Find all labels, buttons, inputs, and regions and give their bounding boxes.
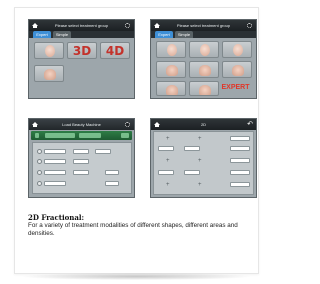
- setting-field[interactable]: [44, 149, 66, 154]
- setting-field[interactable]: [44, 170, 66, 175]
- body-image: [166, 85, 178, 95]
- setting-field[interactable]: [230, 182, 250, 187]
- treatment-tile-body[interactable]: [156, 81, 186, 96]
- status-indicator: [79, 133, 101, 138]
- settings-panel: [32, 142, 132, 194]
- screen-title: 2D: [200, 122, 207, 127]
- treatment-tile-4d[interactable]: 4D: [100, 42, 130, 59]
- setting-field[interactable]: [105, 170, 119, 175]
- body-image: [199, 85, 211, 95]
- body-image: [232, 65, 244, 76]
- home-icon[interactable]: [32, 122, 38, 127]
- home-icon[interactable]: [32, 23, 38, 28]
- home-icon[interactable]: [154, 122, 160, 127]
- treatment-tile-body[interactable]: [189, 61, 219, 78]
- top-bar: Please select treatment group: [29, 20, 134, 31]
- screen-title: Load Beauty Machine: [62, 122, 101, 127]
- treatment-tile-face[interactable]: [189, 41, 219, 58]
- tab-expert[interactable]: Expert: [155, 31, 173, 38]
- setting-field[interactable]: [44, 159, 66, 164]
- face-image: [167, 44, 177, 56]
- card-shadow: [22, 273, 251, 280]
- plus-icon[interactable]: +: [166, 158, 170, 164]
- treatment-tile-body[interactable]: [189, 81, 219, 96]
- screen-title: Please select treatment group: [54, 23, 109, 28]
- tab-bar: Expert Simple: [29, 31, 134, 38]
- plus-icon[interactable]: +: [198, 182, 202, 188]
- setting-field[interactable]: [184, 146, 200, 151]
- setting-field[interactable]: [44, 181, 66, 186]
- setting-field[interactable]: [73, 159, 89, 164]
- setting-field[interactable]: [230, 136, 250, 141]
- setting-field[interactable]: [158, 146, 174, 151]
- plus-icon[interactable]: +: [166, 182, 170, 188]
- settings-panel: + + + + + +: [153, 131, 254, 195]
- setting-field[interactable]: [105, 181, 119, 186]
- setting-field[interactable]: [73, 149, 89, 154]
- body-image: [44, 69, 56, 80]
- setting-field[interactable]: [158, 170, 174, 175]
- radio-option[interactable]: [37, 181, 42, 186]
- treatment-tile-body[interactable]: [156, 61, 186, 78]
- top-bar: Load Beauty Machine: [29, 119, 134, 130]
- status-indicator: [45, 133, 75, 138]
- status-strip: [31, 131, 132, 140]
- body-image: [199, 65, 211, 76]
- face-image: [45, 45, 55, 57]
- screenshot-2d-settings: 2D ↶ + + + + + +: [150, 118, 257, 198]
- top-bar: Please select treatment group: [151, 20, 256, 31]
- screen-title: Please select treatment group: [176, 23, 231, 28]
- caption-heading: 2D Fractional:: [28, 213, 85, 222]
- tab-simple[interactable]: Simple: [53, 31, 71, 38]
- radio-option[interactable]: [37, 159, 42, 164]
- back-arrow-icon[interactable]: ↶: [247, 120, 253, 129]
- setting-field[interactable]: [184, 170, 200, 175]
- gear-icon[interactable]: [125, 122, 130, 127]
- label-4d: 4D: [105, 44, 125, 58]
- treatment-tile-face[interactable]: [222, 41, 252, 58]
- radio-option[interactable]: [37, 170, 42, 175]
- tab-simple[interactable]: Simple: [175, 31, 193, 38]
- label-3d: 3D: [72, 44, 92, 58]
- screenshot-treatment-group-2: Please select treatment group Expert Sim…: [150, 19, 257, 99]
- caption-text: For a variety of treatment modalities of…: [28, 222, 238, 237]
- radio-option[interactable]: [37, 149, 42, 154]
- treatment-tile-face[interactable]: [34, 42, 64, 59]
- setting-field[interactable]: [230, 170, 250, 175]
- top-bar: 2D ↶: [151, 119, 256, 130]
- treatment-tile-body[interactable]: [34, 65, 64, 82]
- treatment-tile-3d[interactable]: 3D: [67, 42, 97, 59]
- face-image: [200, 44, 210, 56]
- setting-field[interactable]: [73, 170, 89, 175]
- treatment-tile-face[interactable]: [156, 41, 186, 58]
- body-image: [166, 65, 178, 76]
- status-indicator: [121, 133, 129, 138]
- gear-icon[interactable]: [247, 23, 252, 28]
- plus-icon[interactable]: +: [166, 136, 170, 142]
- home-icon[interactable]: [154, 23, 160, 28]
- face-image: [233, 44, 243, 56]
- expert-label[interactable]: EXPERT: [220, 81, 251, 94]
- plus-icon[interactable]: +: [198, 136, 202, 142]
- gear-icon[interactable]: [125, 23, 130, 28]
- tab-expert[interactable]: Expert: [33, 31, 51, 38]
- tab-bar: Expert Simple: [151, 31, 256, 38]
- status-indicator: [35, 133, 39, 138]
- screenshot-load-machine: Load Beauty Machine: [28, 118, 135, 198]
- treatment-tile-body[interactable]: [222, 61, 252, 78]
- setting-field[interactable]: [230, 146, 250, 151]
- setting-field[interactable]: [230, 158, 250, 163]
- setting-field[interactable]: [95, 149, 111, 154]
- plus-icon[interactable]: +: [198, 158, 202, 164]
- screenshot-treatment-group-1: Please select treatment group Expert Sim…: [28, 19, 135, 99]
